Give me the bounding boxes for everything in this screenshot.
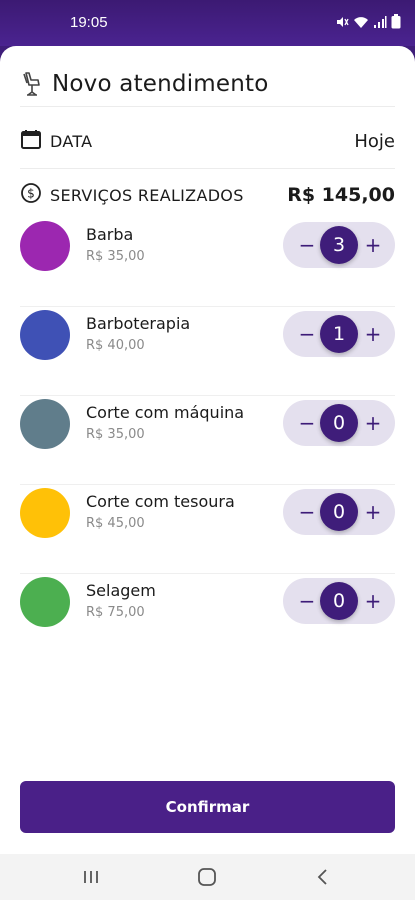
quantity-stepper: − 0 + <box>283 578 395 624</box>
quantity-value: 0 <box>320 493 358 531</box>
service-name: Corte com máquina <box>86 403 245 422</box>
quantity-stepper: − 3 + <box>283 222 395 268</box>
service-color-dot <box>20 310 70 360</box>
service-name: Corte com tesoura <box>86 492 235 511</box>
page-title: Novo atendimento <box>52 71 269 97</box>
status-icons <box>335 14 401 29</box>
date-label: DATA <box>50 131 93 151</box>
service-item: Barboterapia R$ 40,00 − 1 + <box>20 307 395 396</box>
signal-icon <box>373 15 387 29</box>
decrement-button[interactable]: − <box>293 400 321 446</box>
divider <box>20 168 395 169</box>
barber-chair-icon <box>20 70 44 98</box>
navigation-bar <box>0 854 415 900</box>
increment-button[interactable]: + <box>359 578 387 624</box>
quantity-stepper: − 0 + <box>283 400 395 446</box>
service-name: Barboterapia <box>86 314 191 333</box>
decrement-button[interactable]: − <box>293 578 321 624</box>
service-list: Barba R$ 35,00 − 3 + Barboterapia R$ 40,… <box>20 218 395 663</box>
dollar-circle-icon: $ <box>20 182 42 208</box>
recent-apps-icon[interactable] <box>80 866 102 888</box>
service-name: Selagem <box>86 581 156 600</box>
service-name: Barba <box>86 225 134 244</box>
increment-button[interactable]: + <box>359 222 387 268</box>
service-price: R$ 40,00 <box>86 338 145 353</box>
increment-button[interactable]: + <box>359 311 387 357</box>
quantity-value: 0 <box>320 404 358 442</box>
home-icon[interactable] <box>196 866 218 888</box>
back-icon[interactable] <box>312 866 334 888</box>
service-item: Barba R$ 35,00 − 3 + <box>20 218 395 307</box>
service-item: Selagem R$ 75,00 − 0 + <box>20 574 395 663</box>
quantity-value: 1 <box>320 315 358 353</box>
confirm-button[interactable]: Confirmar <box>20 781 395 833</box>
status-bar: 19:05 <box>0 0 415 46</box>
quantity-stepper: − 0 + <box>283 489 395 535</box>
quantity-stepper: − 1 + <box>283 311 395 357</box>
increment-button[interactable]: + <box>359 489 387 535</box>
services-row: $ SERVIÇOS REALIZADOS R$ 145,00 <box>20 178 395 212</box>
new-appointment-sheet: Novo atendimento DATA Hoje $ SERVIÇOS RE… <box>0 46 415 854</box>
service-price: R$ 35,00 <box>86 427 145 442</box>
service-price: R$ 75,00 <box>86 605 145 620</box>
services-total: R$ 145,00 <box>287 184 395 206</box>
service-color-dot <box>20 488 70 538</box>
service-item: Corte com máquina R$ 35,00 − 0 + <box>20 396 395 485</box>
decrement-button[interactable]: − <box>293 311 321 357</box>
svg-text:$: $ <box>27 187 35 201</box>
service-color-dot <box>20 399 70 449</box>
decrement-button[interactable]: − <box>293 489 321 535</box>
service-color-dot <box>20 577 70 627</box>
quantity-value: 0 <box>320 582 358 620</box>
battery-icon <box>391 14 401 29</box>
service-color-dot <box>20 221 70 271</box>
header: Novo atendimento <box>20 64 395 104</box>
service-item: Corte com tesoura R$ 45,00 − 0 + <box>20 485 395 574</box>
quantity-value: 3 <box>320 226 358 264</box>
date-value[interactable]: Hoje <box>354 131 395 152</box>
divider <box>20 106 395 107</box>
mute-icon <box>335 15 349 29</box>
services-label: SERVIÇOS REALIZADOS <box>50 185 244 205</box>
increment-button[interactable]: + <box>359 400 387 446</box>
decrement-button[interactable]: − <box>293 222 321 268</box>
status-time: 19:05 <box>70 14 108 31</box>
date-row[interactable]: DATA Hoje <box>20 124 395 158</box>
service-price: R$ 45,00 <box>86 516 145 531</box>
service-price: R$ 35,00 <box>86 249 145 264</box>
wifi-icon <box>353 15 369 29</box>
calendar-icon <box>20 128 42 154</box>
